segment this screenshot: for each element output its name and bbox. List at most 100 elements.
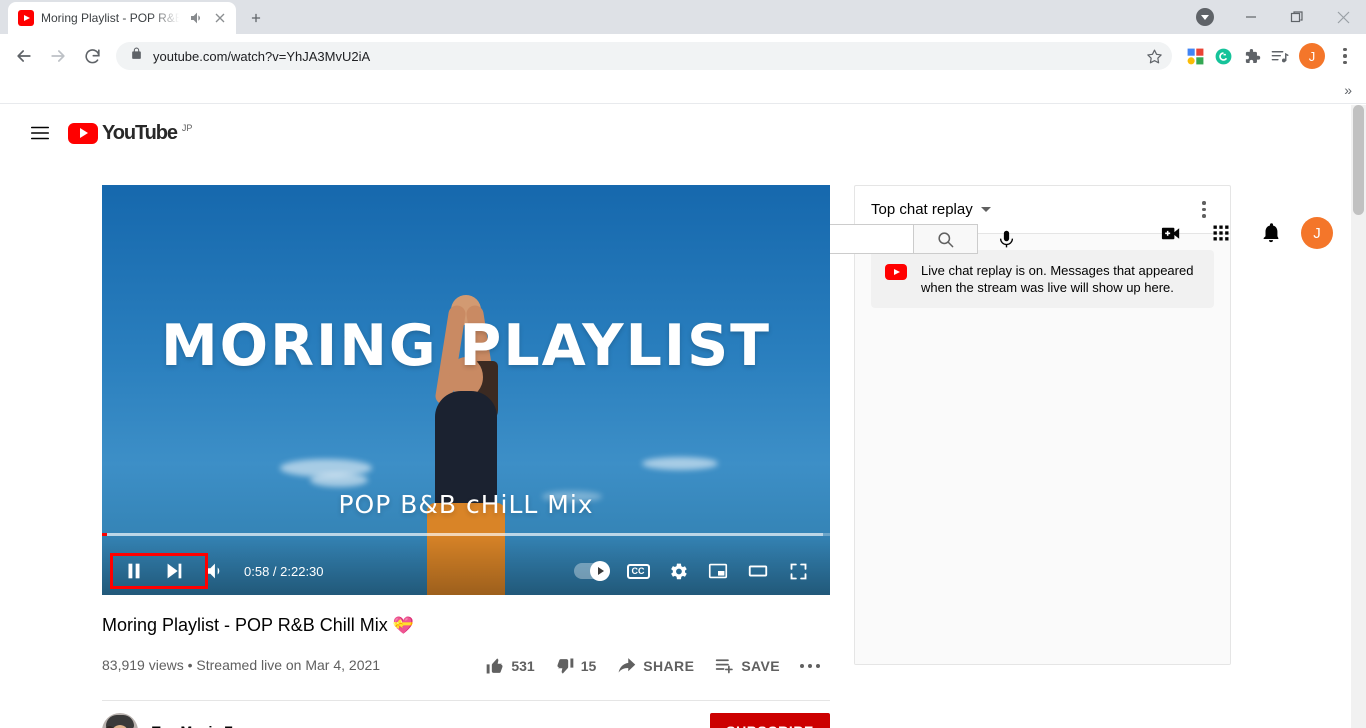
youtube-logo[interactable]: YouTube JP	[68, 121, 193, 144]
puzzle-extensions-icon[interactable]	[1238, 42, 1264, 70]
window-controls	[1196, 0, 1366, 34]
video-title-text: Moring Playlist - POP R&B Chill Mix	[102, 615, 388, 635]
settings-gear-icon[interactable]	[658, 551, 698, 591]
player-controls-layer: 0:58 / 2:22:30 CC	[102, 533, 830, 595]
video-metadata: Moring Playlist - POP R&B Chill Mix 💝 83…	[102, 595, 830, 728]
view-count-line: 83,919 views • Streamed live on Mar 4, 2…	[102, 645, 380, 673]
bookmarks-bar: »	[0, 78, 1366, 104]
reading-list-icon[interactable]	[1266, 42, 1292, 70]
share-icon	[618, 658, 636, 673]
browser-toolbar: youtube.com/watch?v=YhJA3MvU2iA J	[0, 34, 1366, 78]
youtube-page: YouTube JP Search J MORING PLAYLIST POP …	[0, 105, 1351, 728]
header-right-icons: J	[1151, 213, 1333, 253]
primary-column: MORING PLAYLIST POP B&B cHiLL Mix 0:58 /…	[102, 185, 830, 728]
player-control-bar: 0:58 / 2:22:30 CC	[102, 547, 830, 595]
new-tab-button[interactable]	[242, 4, 270, 32]
tab-strip: Moring Playlist - POP R&B C	[0, 0, 1366, 34]
video-stats-row: 83,919 views • Streamed live on Mar 4, 2…	[102, 645, 830, 686]
stream-date: Streamed live on Mar 4, 2021	[196, 657, 381, 673]
dislike-button[interactable]: 15	[545, 646, 607, 686]
cloud-decoration	[310, 473, 368, 487]
search-submit-button[interactable]	[914, 224, 978, 254]
channel-row: Top Music Forever SUBSCRIBE	[102, 701, 830, 728]
browser-window: Moring Playlist - POP R&B C youtube.com/…	[0, 0, 1366, 728]
page-content: MORING PLAYLIST POP B&B cHiLL Mix 0:58 /…	[0, 161, 1351, 728]
miniplayer-icon[interactable]	[698, 551, 738, 591]
volume-button[interactable]	[194, 551, 234, 591]
video-title: Moring Playlist - POP R&B Chill Mix 💝	[102, 615, 830, 636]
autoplay-knob	[590, 561, 610, 581]
lock-icon	[130, 47, 143, 65]
reload-icon[interactable]	[76, 40, 108, 72]
view-count: 83,919 views	[102, 657, 184, 673]
youtube-logo-text: YouTube	[102, 121, 178, 144]
cloud-decoration	[642, 457, 718, 470]
browser-profile-avatar[interactable]: J	[1299, 43, 1325, 69]
next-track-button[interactable]	[154, 551, 194, 591]
page-scrollbar[interactable]	[1351, 105, 1366, 728]
save-button[interactable]: SAVE	[704, 645, 790, 686]
youtube-favicon	[18, 10, 34, 26]
address-bar[interactable]: youtube.com/watch?v=YhJA3MvU2iA	[116, 42, 1172, 70]
like-count: 531	[511, 657, 535, 674]
chevron-down-icon[interactable]	[980, 207, 991, 212]
chat-body: Live chat replay is on. Messages that ap…	[855, 234, 1230, 664]
cc-label: CC	[626, 563, 650, 579]
notification-bell-icon[interactable]	[1251, 213, 1291, 253]
youtube-play-mark	[68, 122, 98, 144]
autoplay-toggle[interactable]	[574, 561, 610, 581]
channel-name[interactable]: Top Music Forever	[152, 723, 275, 728]
chrome-menu-icon[interactable]	[1332, 42, 1358, 70]
maximize-icon[interactable]	[1274, 0, 1320, 34]
more-actions-icon	[800, 663, 820, 668]
minimize-icon[interactable]	[1228, 0, 1274, 34]
captions-button[interactable]: CC	[618, 551, 658, 591]
video-overlay-subtitle: POP B&B cHiLL Mix	[338, 490, 594, 519]
url-text: youtube.com/watch?v=YhJA3MvU2iA	[153, 48, 371, 64]
browser-tab[interactable]: Moring Playlist - POP R&B C	[8, 2, 236, 34]
channel-avatar[interactable]	[102, 713, 138, 728]
grammarly-icon[interactable]	[1210, 42, 1236, 70]
save-playlist-icon	[716, 659, 734, 674]
pause-button[interactable]	[114, 551, 154, 591]
account-avatar[interactable]: J	[1301, 217, 1333, 249]
bookmarks-overflow-chevron[interactable]: »	[1344, 81, 1352, 99]
more-actions-button[interactable]	[790, 654, 830, 678]
share-button[interactable]: SHARE	[606, 645, 704, 686]
time-display: 0:58 / 2:22:30	[244, 563, 324, 579]
microphone-icon[interactable]	[986, 219, 1026, 259]
meta-separator: •	[187, 657, 193, 673]
progress-played	[102, 533, 108, 536]
scrollbar-thumb[interactable]	[1353, 105, 1364, 215]
hamburger-menu-icon[interactable]	[20, 113, 60, 153]
back-arrow-icon[interactable]	[8, 40, 40, 72]
progress-buffered	[102, 533, 823, 536]
forward-arrow-icon[interactable]	[42, 40, 74, 72]
chat-title[interactable]: Top chat replay	[871, 201, 973, 218]
thumbs-down-icon	[557, 658, 574, 674]
tab-title: Moring Playlist - POP R&B C	[41, 11, 182, 25]
progress-bar[interactable]	[102, 533, 830, 536]
heart-emoji: 💝	[392, 616, 414, 635]
google-lens-icon[interactable]	[1182, 42, 1208, 70]
speaker-playing-icon[interactable]	[189, 10, 205, 26]
chat-notice-text: Live chat replay is on. Messages that ap…	[921, 263, 1194, 295]
video-overlay-title: MORING PLAYLIST	[160, 313, 772, 379]
youtube-header: YouTube JP	[0, 105, 1351, 161]
share-label: SHARE	[643, 657, 695, 674]
close-icon[interactable]	[1320, 0, 1366, 34]
video-player[interactable]: MORING PLAYLIST POP B&B cHiLL Mix 0:58 /…	[102, 185, 830, 595]
fullscreen-icon[interactable]	[778, 551, 818, 591]
dislike-count: 15	[580, 657, 597, 674]
theater-mode-icon[interactable]	[738, 551, 778, 591]
like-button[interactable]: 531	[475, 646, 544, 686]
subscribe-button[interactable]: SUBSCRIBE	[710, 713, 830, 728]
youtube-country-code: JP	[181, 122, 193, 133]
video-actions: 531 15 SHARE SAVE	[475, 645, 830, 686]
bookmark-star-icon[interactable]	[1142, 44, 1166, 68]
create-video-icon[interactable]	[1151, 213, 1191, 253]
apps-grid-icon[interactable]	[1201, 213, 1241, 253]
download-icon[interactable]	[1196, 8, 1214, 26]
tab-close-icon[interactable]	[212, 10, 228, 26]
save-label: SAVE	[741, 657, 780, 674]
